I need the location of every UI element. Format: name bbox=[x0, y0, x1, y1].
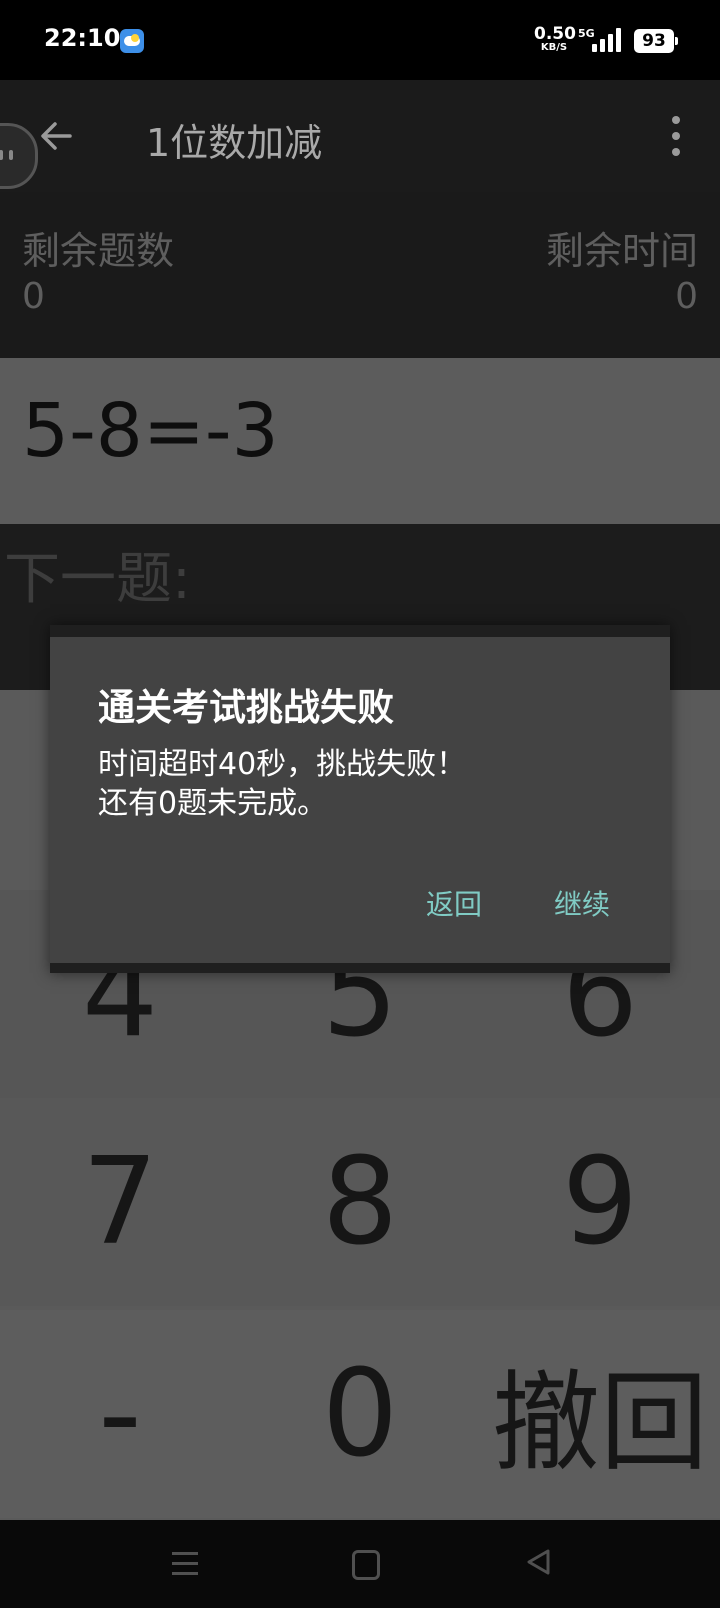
recent-apps-icon[interactable] bbox=[172, 1550, 198, 1576]
toolbar: 1位数加减 bbox=[0, 80, 720, 192]
keypad-row: - 0 撤回 bbox=[0, 1310, 720, 1518]
more-options-icon[interactable] bbox=[664, 116, 688, 156]
key-undo[interactable]: 撤回 bbox=[480, 1310, 720, 1518]
keypad-row: 7 8 9 bbox=[0, 1098, 720, 1306]
question-panel: 5-8=-3 bbox=[0, 358, 720, 524]
battery-icon: 93 bbox=[634, 29, 678, 53]
stats-panel: 剩余题数 0 剩余时间 0 bbox=[0, 192, 720, 358]
remaining-time-label: 剩余时间 bbox=[545, 229, 698, 273]
home-icon[interactable] bbox=[352, 1550, 380, 1580]
dialog-message: 时间超时40秒，挑战失败！ 还有0题未完成。 bbox=[98, 745, 466, 823]
return-button[interactable]: 返回 bbox=[426, 883, 482, 923]
continue-button[interactable]: 继续 bbox=[554, 883, 610, 923]
status-bar: 22:10 0.50 KB/S 5G 93 bbox=[0, 0, 720, 80]
dialog-title: 通关考试挑战失败 bbox=[98, 686, 394, 729]
remaining-questions-value: 0 bbox=[22, 276, 45, 317]
key-minus[interactable]: - bbox=[0, 1310, 240, 1518]
network-speed: 0.50 KB/S bbox=[534, 24, 576, 53]
status-time: 22:10 bbox=[44, 24, 121, 52]
current-question: 5-8=-3 bbox=[22, 388, 279, 474]
page-title: 1位数加减 bbox=[146, 121, 323, 165]
network-speed-unit: KB/S bbox=[540, 42, 568, 53]
key-0[interactable]: 0 bbox=[240, 1310, 480, 1518]
weather-icon bbox=[120, 29, 144, 53]
signal-icon bbox=[592, 28, 622, 52]
key-8[interactable]: 8 bbox=[240, 1098, 480, 1306]
key-9[interactable]: 9 bbox=[480, 1098, 720, 1306]
next-question-label: 下一题: bbox=[4, 547, 191, 612]
dialog-message-line: 时间超时40秒，挑战失败！ bbox=[98, 747, 467, 782]
dialog-message-line: 还有0题未完成。 bbox=[98, 786, 328, 821]
key-7[interactable]: 7 bbox=[0, 1098, 240, 1306]
floating-assistant-icon[interactable] bbox=[0, 123, 38, 189]
network-speed-value: 0.50 bbox=[534, 24, 576, 44]
back-arrow-icon[interactable] bbox=[36, 116, 76, 156]
remaining-questions-label: 剩余题数 bbox=[22, 229, 175, 273]
challenge-failed-dialog: 通关考试挑战失败 时间超时40秒，挑战失败！ 还有0题未完成。 返回 继续 bbox=[50, 637, 670, 963]
navigation-bar bbox=[0, 1520, 720, 1608]
remaining-time-value: 0 bbox=[675, 276, 698, 317]
back-triangle-icon[interactable] bbox=[524, 1547, 554, 1577]
